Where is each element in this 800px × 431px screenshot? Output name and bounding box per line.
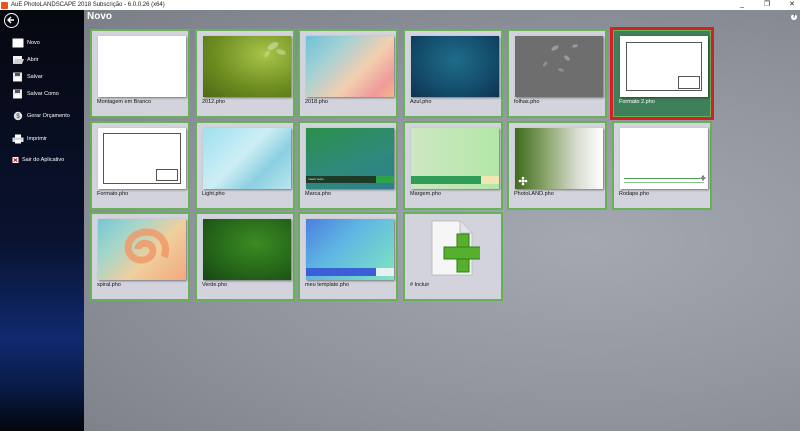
sidebar-item-gerar-orcamento[interactable]: $ Gerar Orçamento (12, 111, 70, 121)
template-tile-photoland[interactable]: PhotoLAND.pho (507, 121, 607, 210)
template-tile-2018[interactable]: 2018.pho (298, 29, 398, 118)
template-thumbnail (306, 219, 394, 280)
template-tile-montagem-em-branco[interactable]: Montagem em Branco (90, 29, 190, 118)
template-label: Marca.pho (305, 191, 331, 197)
save-icon (12, 72, 24, 82)
template-label: 2012.pho (202, 99, 225, 105)
sidebar-item-label: Abrir (27, 57, 39, 63)
printer-icon (12, 134, 24, 144)
template-label: # Incluir (410, 282, 430, 288)
template-thumbnail (98, 36, 186, 97)
sidebar-item-salvar[interactable]: Salvar (12, 72, 43, 82)
restore-button[interactable]: ❐ (759, 0, 775, 10)
template-thumbnail (98, 219, 186, 280)
template-label: Formato.pho (97, 191, 129, 197)
flower-icon (700, 175, 706, 181)
arrow-left-icon (7, 16, 14, 24)
template-tile-margem[interactable]: Margem.pho (403, 121, 503, 210)
template-label: Rodape.pho (619, 191, 649, 197)
close-button[interactable]: ✕ (784, 0, 800, 10)
template-tile-folhas[interactable]: folhas.pho (507, 29, 607, 118)
sidebar-item-salvar-como[interactable]: Salvar Como (12, 89, 59, 99)
minimize-button[interactable]: _ (734, 0, 750, 10)
sidebar-item-novo[interactable]: Novo (12, 38, 40, 48)
template-thumbnail (411, 128, 499, 189)
template-thumbnail (203, 36, 291, 97)
exit-icon (12, 155, 19, 165)
sidebar-item-label: Imprimir (27, 136, 47, 142)
template-tile-spiral[interactable]: spiral.pho (90, 212, 190, 301)
template-label: folhas.pho (514, 99, 540, 105)
sidebar-item-imprimir[interactable]: Imprimir (12, 134, 47, 144)
template-thumbnail: Inserir texto (306, 128, 394, 189)
template-thumbnail (203, 128, 291, 189)
template-label: Montagem em Branco (97, 99, 152, 105)
budget-icon: $ (12, 111, 24, 121)
sidebar-item-label: Novo (27, 40, 40, 46)
sidebar-item-label: Salvar Como (27, 91, 59, 97)
flower-icon (518, 176, 528, 186)
add-template-icon (430, 219, 483, 279)
template-tile-formato[interactable]: Formato.pho (90, 121, 190, 210)
page-title: Novo (87, 11, 112, 22)
template-tile-incluir[interactable]: # Incluir (403, 212, 503, 301)
template-label: Margem.pho (410, 191, 441, 197)
open-folder-icon (12, 55, 24, 65)
template-label: meu template.pho (305, 282, 350, 288)
title-bar: AuE PhotoLANDSCAPE 2018 Subscrição - 6.0… (0, 0, 800, 10)
template-label: 2018.pho (305, 99, 328, 105)
sidebar-item-label: Gerar Orçamento (27, 113, 70, 119)
template-label: Light.pho (202, 191, 225, 197)
template-label: Verde.pho (202, 282, 228, 288)
template-tile-meu-template[interactable]: meu template.pho (298, 212, 398, 301)
window-title: AuE PhotoLANDSCAPE 2018 Subscrição - 6.0… (11, 2, 165, 8)
sidebar-item-label: Salvar (27, 74, 43, 80)
sidebar-item-sair[interactable]: Sair do Aplicativo (12, 155, 64, 165)
selection-highlight (610, 27, 714, 120)
sidebar-item-label: Sair do Aplicativo (22, 157, 65, 163)
template-thumbnail (203, 219, 291, 280)
help-icon[interactable]: ? (791, 14, 797, 20)
new-document-icon (12, 38, 24, 48)
save-as-icon (12, 89, 24, 99)
template-label: spiral.pho (97, 282, 121, 288)
template-thumbnail (515, 128, 603, 189)
template-thumbnail (411, 36, 499, 97)
template-thumbnail (515, 36, 603, 97)
thumbnail-caption: Inserir texto (308, 177, 324, 181)
template-tile-rodape[interactable]: Rodape.pho (612, 121, 712, 210)
template-tile-2012[interactable]: 2012.pho (195, 29, 295, 118)
template-thumbnail (98, 128, 186, 189)
back-button[interactable] (4, 13, 19, 28)
template-tile-light[interactable]: Light.pho (195, 121, 295, 210)
template-label: Azul.pho (410, 99, 432, 105)
sidebar: Novo Abrir Salvar Salvar Como $ Gerar Or… (0, 10, 84, 431)
sidebar-item-abrir[interactable]: Abrir (12, 55, 39, 65)
template-tile-marca[interactable]: Inserir texto Marca.pho (298, 121, 398, 210)
template-tile-azul[interactable]: Azul.pho (403, 29, 503, 118)
template-thumbnail (620, 128, 708, 189)
app-logo-icon (1, 1, 8, 9)
template-label: PhotoLAND.pho (514, 191, 554, 197)
template-tile-verde[interactable]: Verde.pho (195, 212, 295, 301)
template-thumbnail (306, 36, 394, 97)
